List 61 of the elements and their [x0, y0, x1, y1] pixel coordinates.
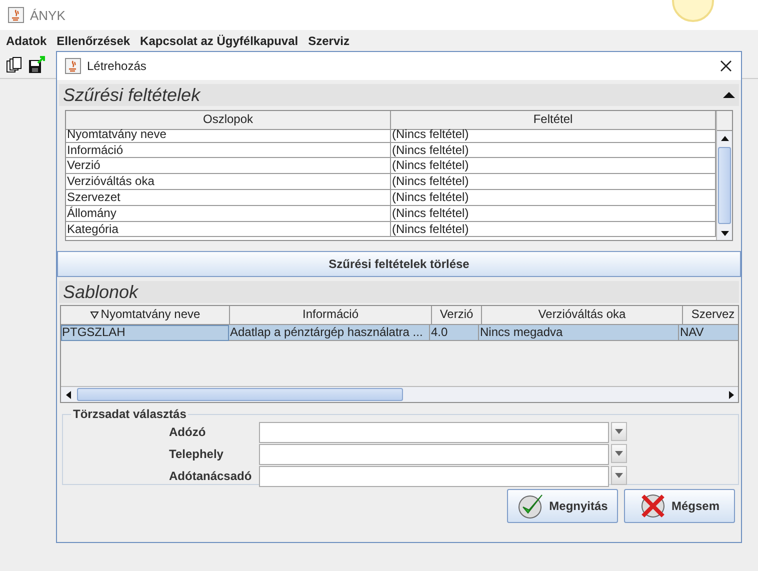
column-header[interactable]: Verzió [432, 306, 482, 324]
column-header[interactable]: Nyomtatvány neve [61, 306, 230, 324]
table-cell: (Nincs feltétel) [391, 142, 716, 158]
menu-item[interactable]: Ellenőrzések [52, 32, 134, 50]
caret-icon [615, 428, 623, 434]
table-cell: (Nincs feltétel) [391, 174, 716, 190]
combo-field[interactable] [259, 422, 609, 442]
menu-item[interactable]: Adatok [2, 32, 51, 50]
table-cell: (Nincs feltétel) [391, 126, 716, 143]
app-icon [8, 7, 24, 23]
dropdown-button[interactable] [611, 444, 627, 462]
table-cell[interactable]: Nincs megadva [479, 324, 679, 340]
vertical-scrollbar[interactable] [716, 111, 732, 240]
dropdown-button[interactable] [611, 422, 627, 440]
copy-icon[interactable] [6, 57, 22, 73]
table-cell[interactable]: NAV [679, 324, 738, 340]
horizontal-scrollbar[interactable] [61, 386, 738, 402]
table-cell: Információ [66, 142, 391, 158]
table-cell: Nyomtatvány neve [66, 126, 391, 143]
table-cell: (Nincs feltétel) [391, 222, 716, 238]
clear-filters-button[interactable]: Szűrési feltételek törlése [57, 251, 741, 277]
cancel-button[interactable]: Mégsem [624, 489, 735, 523]
table-cell: (Nincs feltétel) [391, 158, 716, 174]
table-cell: (Nincs feltétel) [391, 206, 716, 222]
arrow-icon[interactable] [720, 134, 730, 144]
field-label: Adózó [169, 425, 207, 439]
field-label: Telephely [169, 447, 224, 461]
open-button[interactable]: Megnyitás [507, 489, 618, 523]
table-cell[interactable]: Adatlap a pénztárgép használatra ... [229, 324, 430, 340]
table-cell: (Nincs feltétel) [391, 190, 716, 206]
table-cell: Állomány [66, 206, 391, 222]
app-icon [65, 58, 81, 74]
dialog-title: Létrehozás [87, 59, 148, 73]
section-title: Sablonok [63, 282, 138, 302]
column-header[interactable]: Oszlopok [66, 111, 391, 130]
menu-item[interactable]: Kapcsolat az Ügyfélkapuval [136, 32, 302, 50]
caret-icon [615, 472, 623, 478]
column-header[interactable]: Verzióváltás oka [482, 306, 683, 324]
table-cell: Kategória [66, 222, 391, 238]
checkmark-icon [517, 492, 546, 520]
close-icon[interactable] [719, 59, 733, 73]
section-title: Szűrési feltételek [63, 84, 200, 106]
table-cell: Verzió [66, 158, 391, 174]
group-title: Törzsadat választás [72, 407, 188, 421]
table-cell: Szervezet [66, 190, 391, 206]
save-icon[interactable] [28, 56, 46, 74]
window-title: ÁNYK [30, 8, 66, 22]
caret-icon [615, 450, 623, 456]
column-header[interactable]: Feltétel [391, 111, 716, 130]
combo-field[interactable] [259, 444, 609, 464]
cross-icon [639, 492, 668, 520]
table-cell: Verzióváltás oka [66, 174, 391, 190]
menu-item[interactable]: Szerviz [304, 32, 354, 50]
arrow-icon[interactable] [64, 390, 74, 400]
table-cell[interactable]: 4.0 [430, 324, 479, 340]
collapse-icon[interactable] [723, 90, 735, 100]
field-label: Adótanácsadó [169, 469, 253, 483]
dropdown-button[interactable] [611, 466, 627, 484]
column-header[interactable]: Információ [230, 306, 432, 324]
combo-field[interactable] [259, 466, 609, 486]
table-cell[interactable]: PTGSZLAH [61, 324, 229, 340]
